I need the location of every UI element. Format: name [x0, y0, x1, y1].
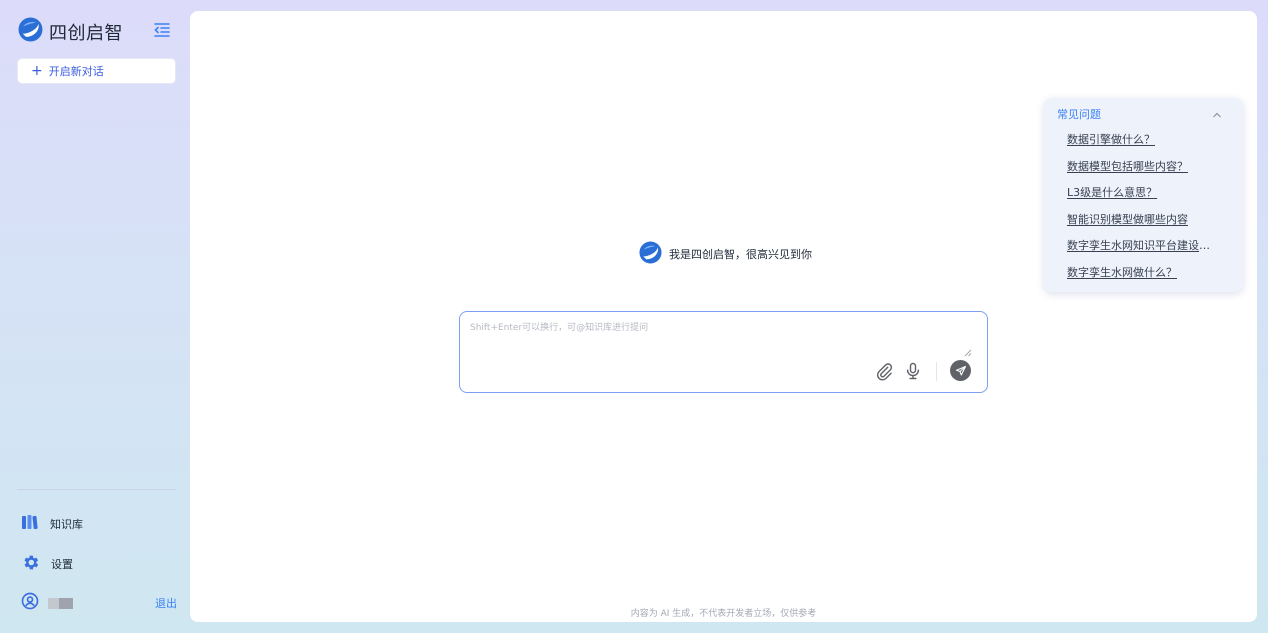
send-button[interactable]	[950, 360, 971, 381]
user-row: 退出	[21, 592, 177, 614]
user-icon[interactable]	[21, 592, 39, 614]
disclaimer-note: 内容为 AI 生成，不代表开发者立场，仅供参考	[630, 609, 817, 619]
plus-icon: +	[31, 63, 43, 79]
faq-item[interactable]: 数据模型包括哪些内容？	[1067, 159, 1217, 186]
book-icon	[21, 514, 39, 533]
sidebar-item-knowledge-base[interactable]: 知识库	[21, 514, 83, 533]
faq-item[interactable]: 智能识别模型做哪些内容	[1067, 212, 1217, 239]
app-title: 四创启智	[49, 22, 123, 44]
logo-icon	[18, 17, 43, 46]
sidebar-item-settings[interactable]: 设置	[21, 553, 73, 575]
faq-panel: 常见问题 数据引擎做什么？ 数据模型包括哪些内容？ L3级是什么意思？ 智能识别…	[1044, 98, 1243, 292]
sidebar-item-label: 知识库	[50, 517, 83, 531]
username-redacted	[48, 597, 73, 609]
faq-list: 数据引擎做什么？ 数据模型包括哪些内容？ L3级是什么意思？ 智能识别模型做哪些…	[1067, 132, 1217, 291]
new-chat-label: 开启新对话	[48, 65, 104, 78]
microphone-icon[interactable]	[903, 361, 923, 381]
attachment-icon[interactable]	[874, 361, 894, 381]
send-icon	[955, 365, 966, 376]
logo-icon	[639, 241, 662, 267]
faq-item[interactable]: 数据引擎做什么？	[1067, 132, 1217, 159]
chat-input[interactable]	[470, 320, 975, 352]
sidebar: 四创启智 + 开启新对话 知识库 设置 退出	[0, 0, 190, 633]
logout-button[interactable]: 退出	[155, 595, 177, 611]
faq-item[interactable]: 数字孪生水网知识平台建设包括哪些内容	[1067, 238, 1217, 265]
sidebar-item-label: 设置	[51, 558, 73, 571]
faq-item[interactable]: L3级是什么意思？	[1067, 185, 1217, 212]
collapse-sidebar-icon[interactable]	[153, 22, 171, 38]
faq-title: 常见问题	[1057, 108, 1101, 121]
resize-handle-icon[interactable]	[964, 342, 972, 357]
faq-item[interactable]: 数字孪生水网做什么？	[1067, 265, 1217, 292]
sidebar-divider	[17, 489, 176, 490]
new-chat-button[interactable]: + 开启新对话	[17, 58, 176, 84]
welcome-message: 我是四创启智，很高兴见到你	[639, 241, 812, 267]
brand: 四创启智	[18, 17, 123, 46]
gear-icon	[21, 553, 40, 575]
toolbar-divider	[936, 362, 937, 381]
chevron-up-icon[interactable]	[1211, 106, 1223, 118]
chat-input-box	[459, 311, 988, 393]
welcome-text: 我是四创启智，很高兴见到你	[669, 248, 812, 261]
